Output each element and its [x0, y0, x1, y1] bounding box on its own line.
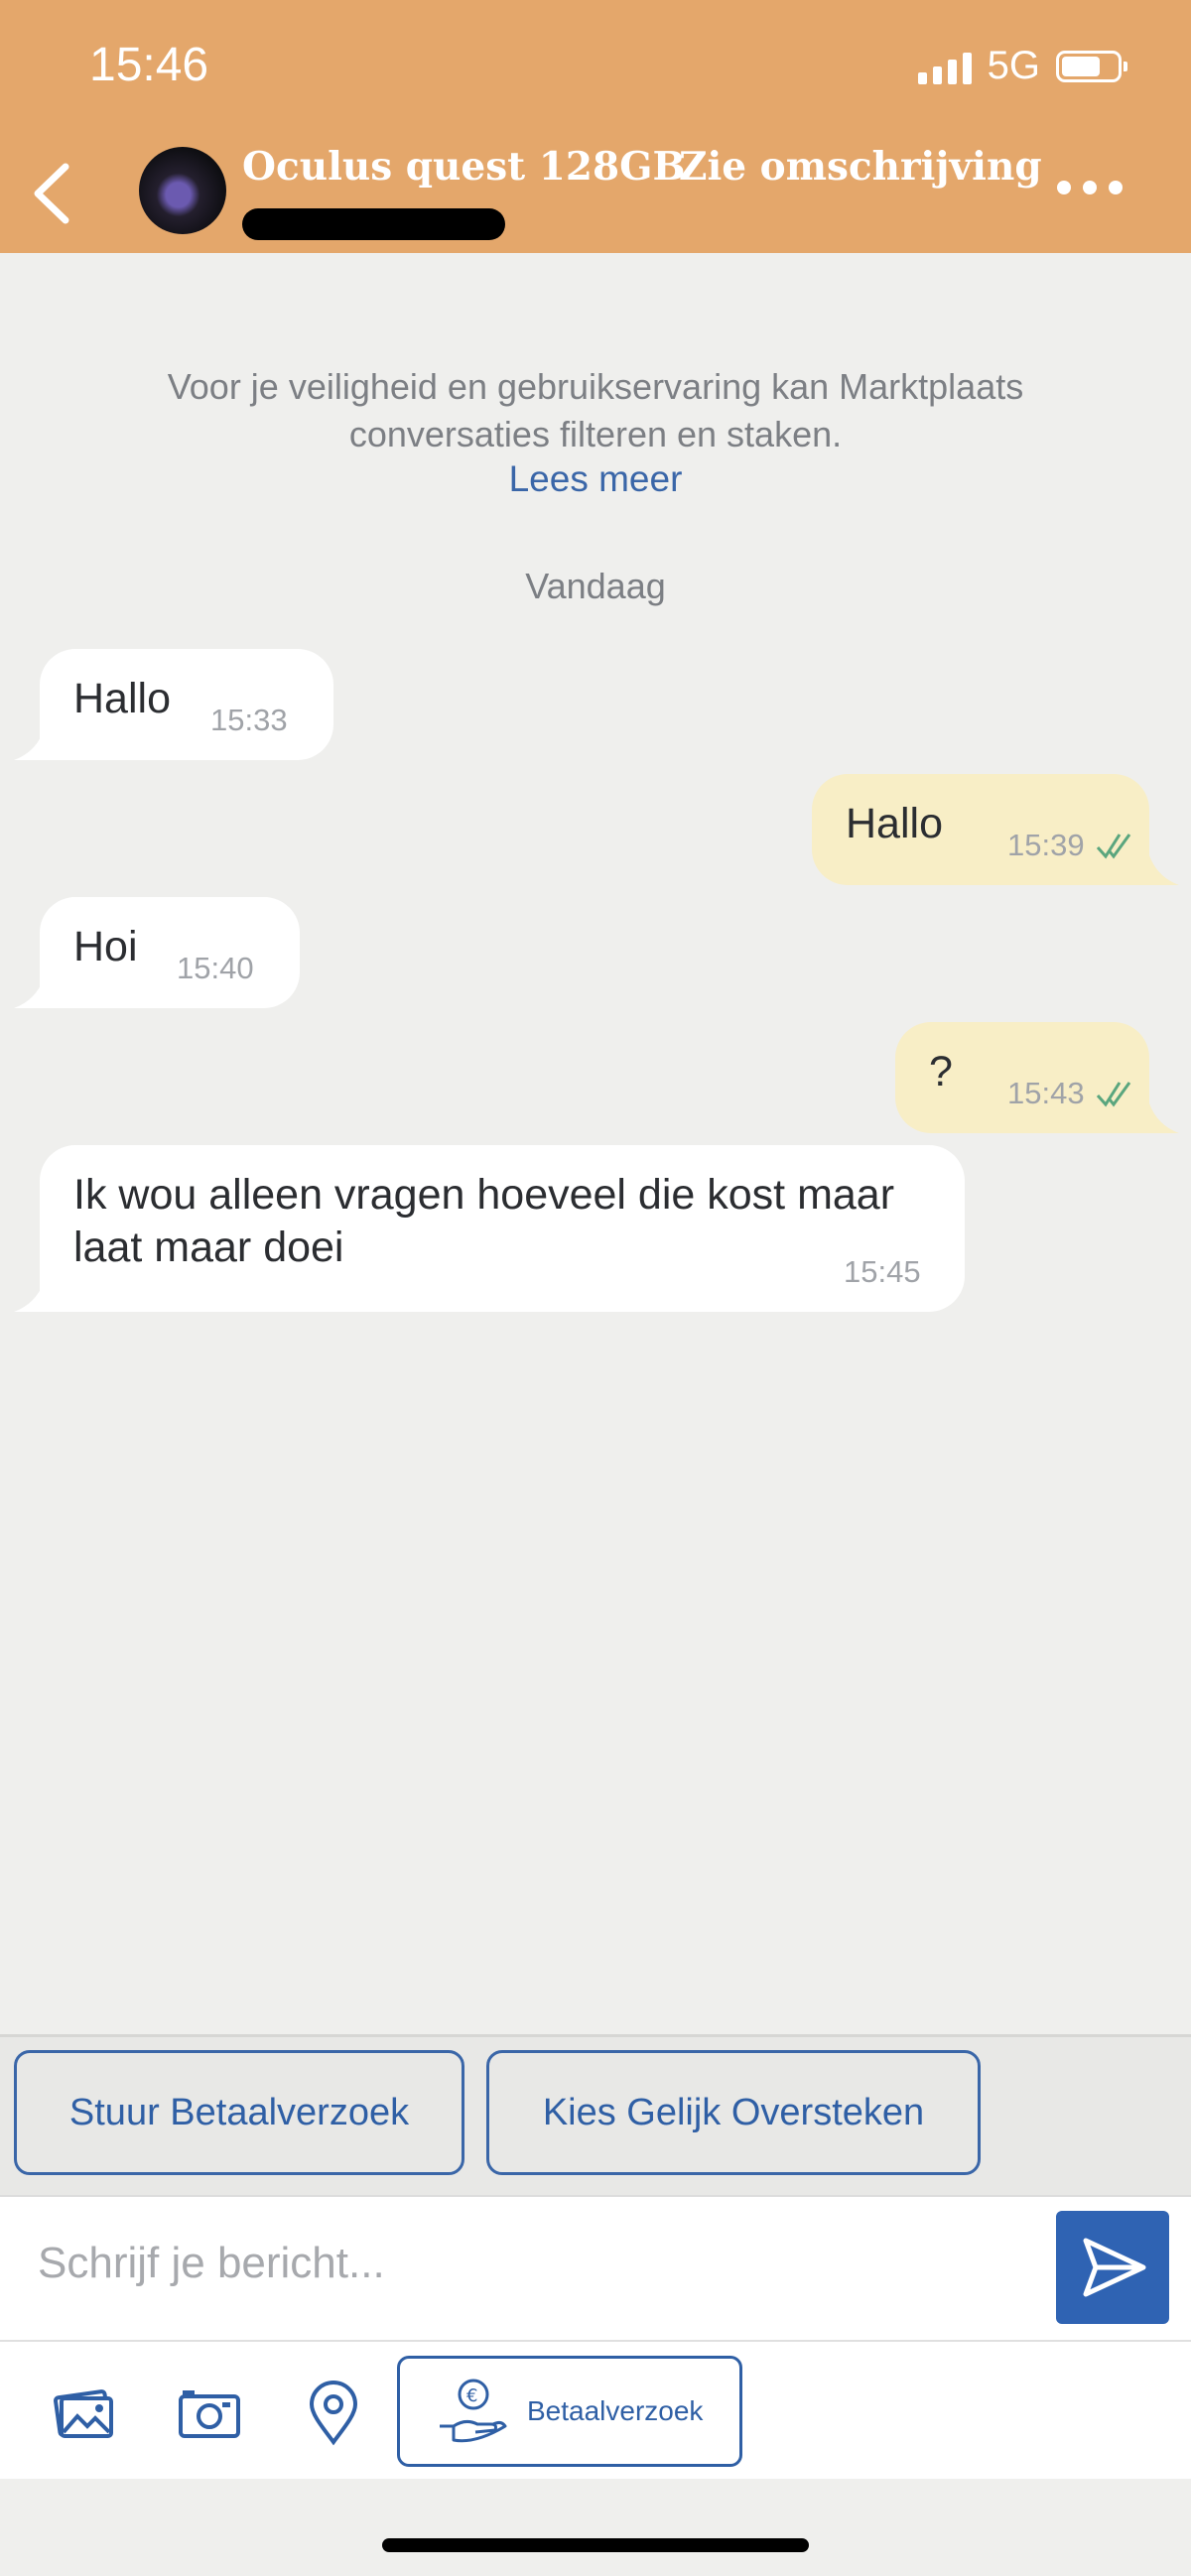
message-text: Hallo — [846, 800, 943, 847]
listing-avatar[interactable] — [139, 147, 226, 234]
send-payment-request-button[interactable]: Stuur Betaalverzoek — [14, 2050, 464, 2175]
bubble-tail — [14, 730, 44, 760]
send-button[interactable] — [1056, 2211, 1169, 2324]
payment-request-icon: € — [440, 2379, 507, 2443]
chat-header: 15:46 5G Oculus quest 128GB Zie omschrij… — [0, 0, 1191, 253]
message-incoming: Ik wou alleen vragen hoeveel die kost ma… — [40, 1145, 965, 1312]
read-receipt-icon — [1096, 834, 1131, 859]
choose-fair-trade-button[interactable]: Kies Gelijk Oversteken — [486, 2050, 981, 2175]
network-label: 5G — [987, 44, 1040, 87]
location-icon[interactable] — [298, 2377, 369, 2448]
read-more-link[interactable]: Lees meer — [0, 458, 1191, 500]
message-text: ? — [929, 1048, 953, 1095]
message-time: 15:40 — [177, 951, 254, 985]
camera-icon[interactable] — [173, 2377, 244, 2448]
gallery-icon[interactable] — [48, 2377, 119, 2448]
send-icon — [1083, 2238, 1146, 2297]
back-icon[interactable] — [28, 159, 77, 228]
payment-request-label: Betaalverzoek — [527, 2395, 704, 2426]
message-time: 15:39 — [1007, 828, 1085, 862]
redacted-seller-name — [242, 208, 505, 240]
bubble-tail — [14, 1282, 44, 1312]
signal-icon — [917, 49, 972, 84]
message-outgoing: Hallo 15:39 — [812, 774, 1149, 885]
home-area — [0, 2479, 1191, 2576]
message-time: 15:43 — [1007, 1076, 1085, 1110]
message-incoming: Hallo 15:33 — [40, 649, 333, 760]
bubble-tail — [1149, 1103, 1179, 1133]
message-text: Hoi — [73, 923, 138, 970]
listing-title[interactable]: Oculus quest 128GB — [242, 144, 685, 190]
bubble-tail — [14, 978, 44, 1008]
read-receipt-icon — [1096, 1082, 1131, 1107]
status-time: 15:46 — [89, 39, 209, 91]
message-outgoing: ? 15:43 — [895, 1022, 1149, 1133]
safety-notice: Voor je veiligheid en gebruikservaring k… — [167, 366, 1024, 454]
svg-text:€: € — [466, 2385, 477, 2406]
battery-icon — [1056, 50, 1127, 82]
message-incoming: Hoi 15:40 — [40, 897, 300, 1008]
home-indicator[interactable] — [382, 2538, 809, 2552]
message-text: Ik wou alleen vragen hoeveel die kost ma… — [73, 1171, 895, 1271]
payment-request-button[interactable]: € Betaalverzoek — [397, 2356, 742, 2467]
message-time: 15:45 — [844, 1254, 921, 1289]
see-description-link[interactable]: Zie omschrijving — [679, 144, 1042, 190]
status-icons: 5G — [917, 44, 1127, 88]
bubble-tail — [1149, 855, 1179, 885]
message-input[interactable] — [36, 2223, 1032, 2304]
more-options-icon[interactable] — [1057, 181, 1123, 194]
message-time: 15:33 — [210, 703, 288, 737]
day-separator: Vandaag — [525, 566, 666, 606]
message-text: Hallo — [73, 675, 171, 722]
